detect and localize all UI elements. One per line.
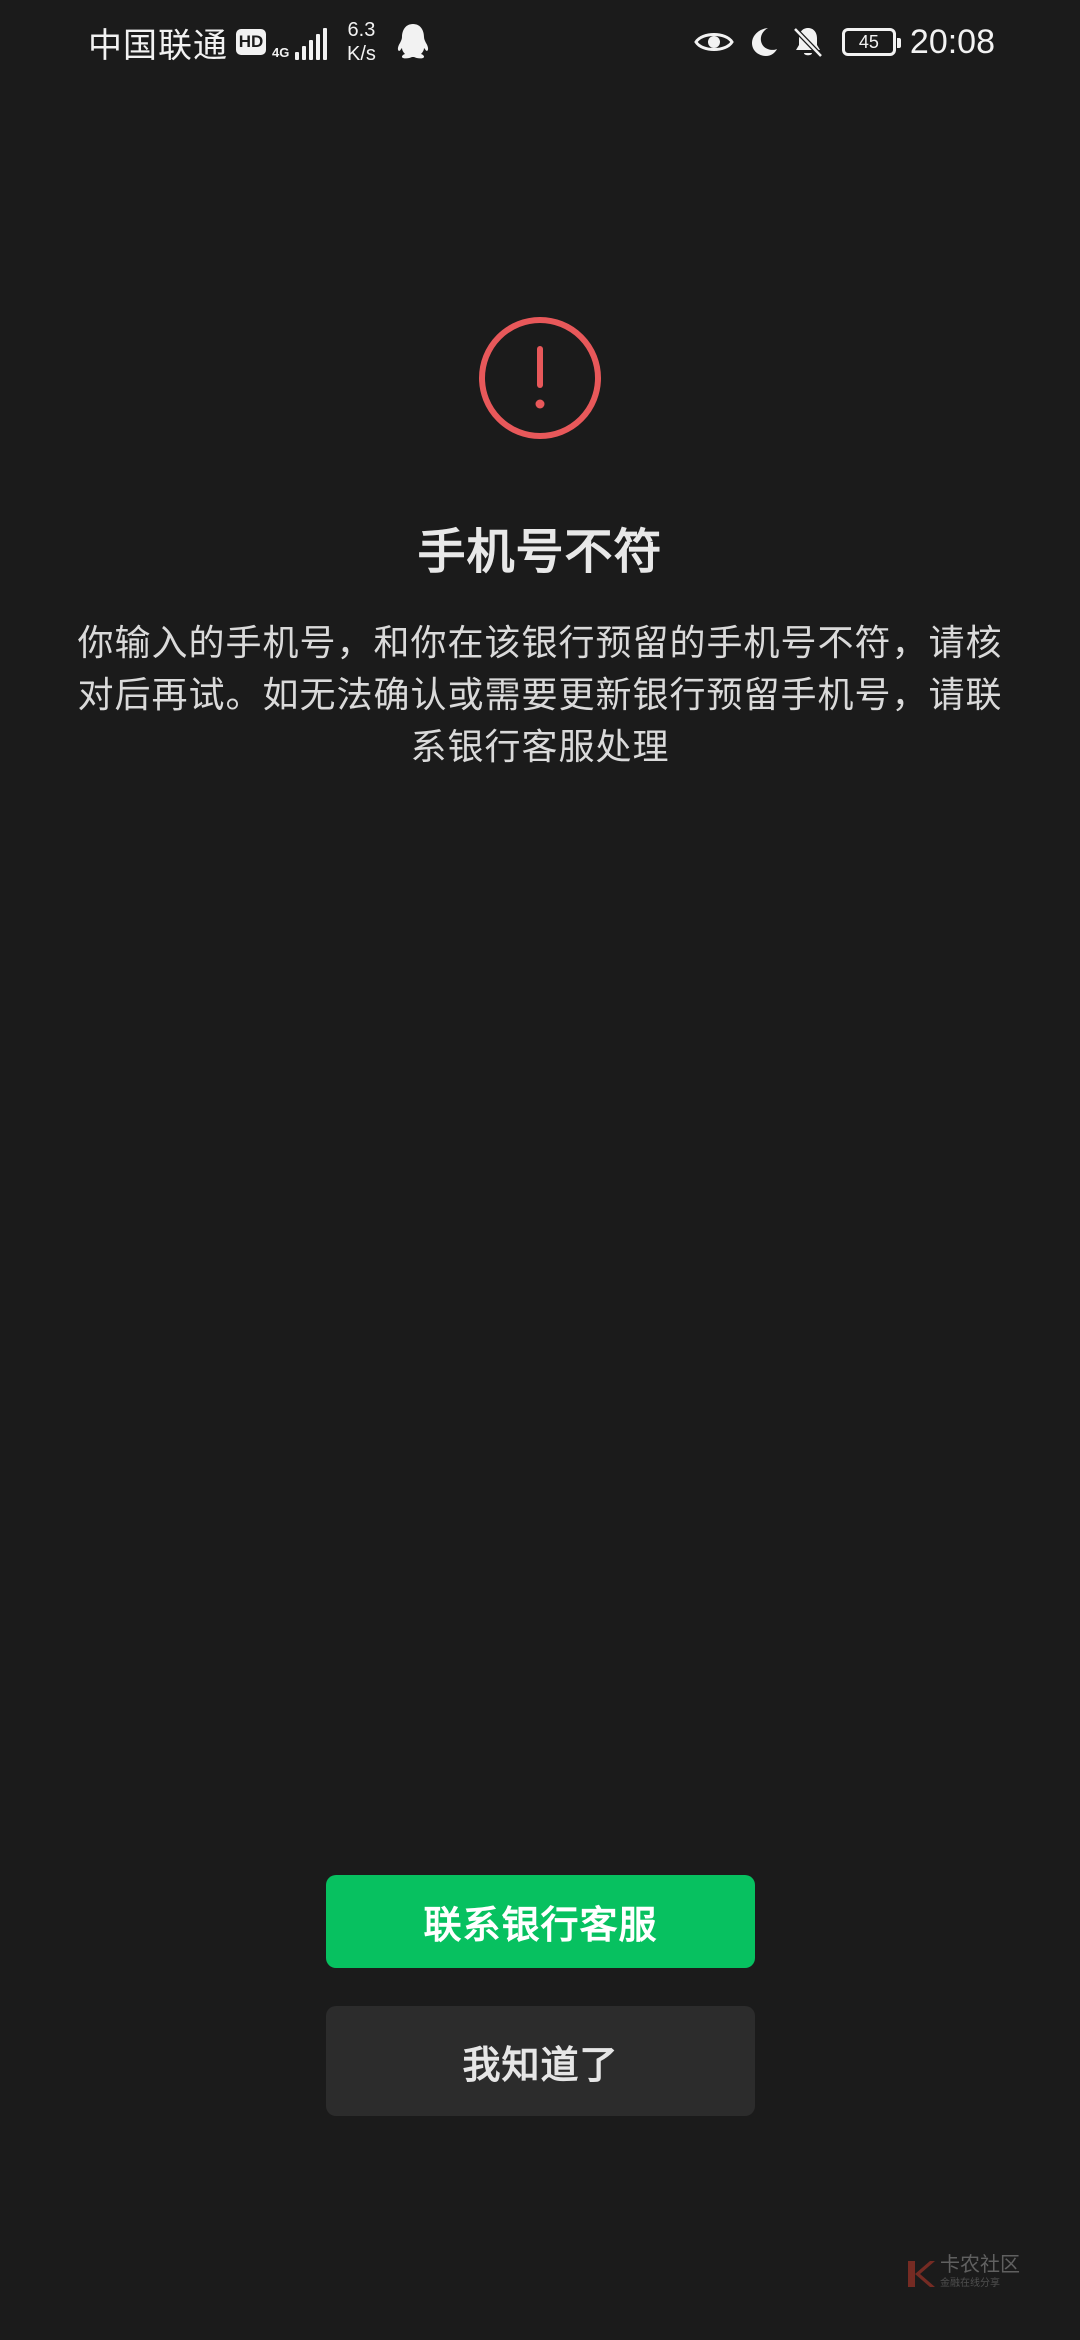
exclamation-circle-icon xyxy=(479,317,601,439)
network-type-label: 4G xyxy=(272,45,290,60)
watermark: 卡农社区 金融在线分享 xyxy=(906,2254,1020,2294)
eye-icon xyxy=(694,33,734,51)
watermark-subtitle: 金融在线分享 xyxy=(940,2278,1000,2289)
qq-penguin-icon xyxy=(397,24,428,59)
moon-icon xyxy=(751,28,777,56)
battery-icon: 45 xyxy=(841,28,901,56)
signal-strength-icon xyxy=(292,28,327,60)
status-bar-right: 45 20:08 xyxy=(680,16,995,68)
contact-bank-button[interactable]: 联系银行客服 xyxy=(326,1875,755,1968)
network-speed-value: 6.3 xyxy=(347,19,376,41)
error-message: 你输入的手机号，和你在该银行预留的手机号不符，请核对后再试。如无法确认或需要更新… xyxy=(77,623,1003,768)
network-speed-unit: K/s xyxy=(347,43,376,65)
hd-badge: HD xyxy=(236,29,266,55)
network-type: 4G xyxy=(272,24,327,60)
status-bar: 中国联通 HD 4G 6.3 K/s 45 20:08 xyxy=(0,0,1080,90)
watermark-logo-icon xyxy=(908,2261,935,2287)
screen: 中国联通 HD 4G 6.3 K/s 45 20:08 手机号不符 你输入的手机… xyxy=(0,0,1080,2340)
watermark-text: 卡农社区 金融在线分享 xyxy=(940,2254,1020,2294)
error-title: 手机号不符 xyxy=(417,524,663,580)
clock: 20:08 xyxy=(909,22,995,61)
carrier-name: 中国联通 xyxy=(88,25,228,66)
battery-level: 45 xyxy=(858,31,879,52)
bell-off-icon xyxy=(793,27,823,58)
network-speed: 6.3 K/s xyxy=(347,18,376,66)
watermark-title: 卡农社区 xyxy=(940,2252,1020,2276)
status-bar-left: 中国联通 HD 4G 6.3 K/s xyxy=(88,16,430,68)
acknowledge-button[interactable]: 我知道了 xyxy=(326,2006,755,2116)
